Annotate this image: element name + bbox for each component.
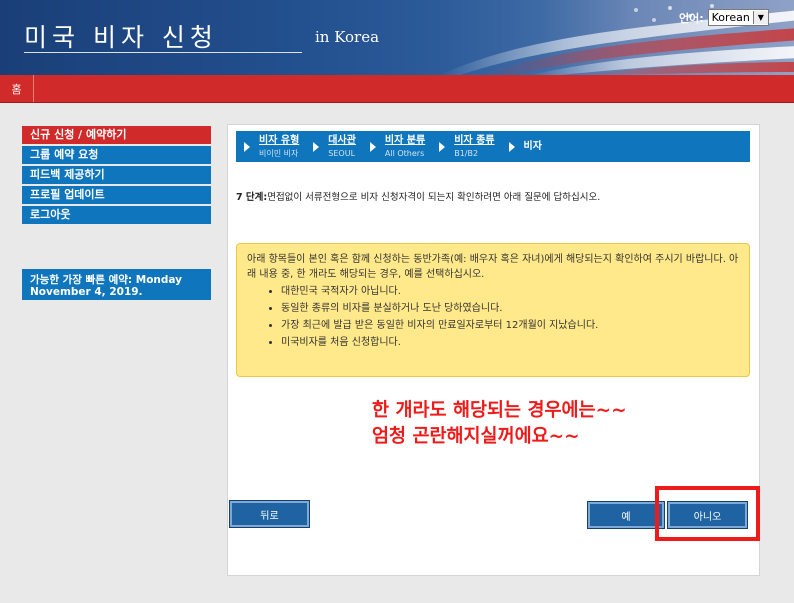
sidebar-item-group-request[interactable]: 그룹 예약 요청 — [22, 146, 211, 164]
step-label: 비자 — [523, 141, 542, 152]
top-nav-bar: 홈 — [0, 75, 794, 103]
step-label[interactable]: 비자 종류 — [454, 135, 494, 146]
highlight-box — [655, 486, 760, 541]
list-item: 동일한 종류의 비자를 분실하거나 도난 당하였습니다. — [281, 301, 739, 316]
chevron-right-icon — [508, 141, 515, 152]
step-value: 비이민 비자 — [259, 148, 299, 158]
back-button[interactable]: 뒤로 — [230, 501, 309, 527]
app-title: 미국 비자 신청 — [24, 23, 218, 52]
language-selector: 언어: Korean ▼ — [679, 9, 769, 26]
title-underline — [24, 52, 302, 53]
step-visa-type[interactable]: 비자 유형 비이민 비자 — [244, 135, 299, 159]
step-embassy[interactable]: 대사관 SEOUL — [313, 135, 356, 159]
sidebar-item-feedback[interactable]: 피드백 제공하기 — [22, 166, 211, 184]
list-item: 미국비자를 처음 신청합니다. — [281, 335, 739, 350]
language-label: 언어: — [679, 11, 704, 25]
chevron-right-icon — [439, 141, 446, 152]
home-link[interactable]: 홈 — [0, 75, 34, 102]
chevron-right-icon — [369, 141, 376, 152]
step-label[interactable]: 비자 유형 — [259, 135, 299, 146]
progress-breadcrumb: 비자 유형 비이민 비자 대사관 SEOUL 비자 분류 All Others … — [236, 131, 750, 162]
red-annotation: 한 개라도 해당되는 경우에는~~ 엄청 곤란해지실꺼에요~~ — [372, 398, 627, 450]
language-dropdown[interactable]: Korean ▼ — [707, 9, 769, 26]
chevron-right-icon — [244, 141, 250, 152]
step-visa-class[interactable]: 비자 종류 B1/B2 — [439, 135, 495, 159]
yes-button[interactable]: 예 — [588, 502, 664, 528]
step-question: 7 단계:면접없이 서류전형으로 비자 신청자격이 되는지 확인하려면 아래 질… — [236, 189, 746, 203]
question-text: 면접없이 서류전형으로 비자 신청자격이 되는지 확인하려면 아래 질문에 답하… — [267, 192, 601, 203]
notice-list: 대한민국 국적자가 아닙니다. 동일한 종류의 비자를 분실하거나 도난 당하였… — [247, 284, 739, 350]
chevron-right-icon — [313, 141, 320, 152]
sidebar-item-new-application[interactable]: 신규 신청 / 예약하기 — [22, 126, 211, 144]
step-label[interactable]: 대사관 — [328, 135, 356, 146]
sidebar-menu: 신규 신청 / 예약하기 그룹 예약 요청 피드백 제공하기 프로필 업데이트 … — [22, 126, 211, 226]
step-value: All Others — [384, 148, 425, 158]
step-number: 7 단계: — [236, 192, 268, 203]
chevron-down-icon[interactable]: ▼ — [752, 11, 768, 24]
step-visa-category[interactable]: 비자 분류 All Others — [369, 135, 425, 159]
earliest-appointment-note: 가능한 가장 빠른 예약: Monday November 4, 2019. — [22, 269, 211, 300]
annotation-line: 한 개라도 해당되는 경우에는~~ — [372, 400, 627, 421]
sidebar-item-logout[interactable]: 로그아웃 — [22, 206, 211, 224]
step-value: SEOUL — [328, 148, 356, 158]
step-value: B1/B2 — [454, 148, 479, 158]
annotation-line: 엄청 곤란해지실꺼에요~~ — [372, 426, 580, 447]
app-subtitle: in Korea — [315, 28, 380, 46]
step-visa: 비자 — [508, 141, 542, 152]
notice-intro: 아래 항목들이 본인 혹은 함께 신청하는 동반가족(예: 배우자 혹은 자녀)… — [247, 254, 739, 280]
list-item: 대한민국 국적자가 아닙니다. — [281, 284, 739, 299]
notice-box: 아래 항목들이 본인 혹은 함께 신청하는 동반가족(예: 배우자 혹은 자녀)… — [236, 243, 750, 377]
sidebar-item-update-profile[interactable]: 프로필 업데이트 — [22, 186, 211, 204]
step-label[interactable]: 비자 분류 — [385, 135, 425, 146]
language-value: Korean — [711, 11, 750, 24]
header-banner: 미국 비자 신청 in Korea 언어: Korean ▼ — [0, 0, 794, 75]
list-item: 가장 최근에 발급 받은 동일한 비자의 만료일자로부터 12개월이 지났습니다… — [281, 318, 739, 333]
